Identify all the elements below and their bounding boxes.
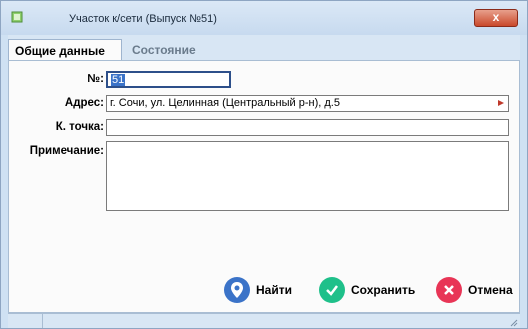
tab-general[interactable]: Общие данные — [8, 39, 122, 61]
dialog-client: Общие данные Состояние №: 51 Адрес: г. С… — [8, 35, 520, 313]
cancel-label: Отмена — [468, 283, 513, 297]
status-bar — [8, 313, 520, 328]
point-label: К. точка: — [55, 121, 104, 133]
save-label: Сохранить — [351, 283, 416, 297]
point-field[interactable] — [106, 119, 509, 136]
resize-grip-icon[interactable] — [510, 319, 518, 327]
note-label: Примечание: — [29, 145, 104, 157]
cancel-button[interactable]: Отмена — [436, 275, 513, 305]
check-icon — [319, 277, 345, 303]
tab-bar: Общие данные Состояние — [8, 39, 520, 61]
find-button[interactable]: Найти — [224, 275, 292, 305]
status-divider — [42, 314, 43, 328]
number-label: №: — [87, 73, 104, 85]
address-value: г. Сочи, ул. Целинная (Центральный р-н),… — [110, 97, 340, 109]
close-icon — [436, 277, 462, 303]
map-marker-icon — [224, 277, 250, 303]
number-value: 51 — [111, 74, 126, 86]
arrow-icon[interactable] — [497, 99, 505, 107]
address-label: Адрес: — [64, 97, 104, 109]
number-field[interactable]: 51 — [106, 71, 231, 88]
window-title: Участок к/сети (Выпуск №51) — [69, 13, 217, 25]
dialog-window: Участок к/сети (Выпуск №51) x Общие данн… — [0, 0, 528, 329]
close-button[interactable]: x — [474, 9, 518, 27]
address-field[interactable]: г. Сочи, ул. Целинная (Центральный р-н),… — [106, 95, 509, 112]
find-label: Найти — [256, 283, 292, 297]
note-field[interactable] — [106, 141, 509, 211]
app-icon — [11, 11, 23, 23]
tab-state[interactable]: Состояние — [126, 39, 206, 61]
title-bar[interactable]: Участок к/сети (Выпуск №51) x — [1, 1, 527, 35]
save-button[interactable]: Сохранить — [319, 275, 415, 305]
